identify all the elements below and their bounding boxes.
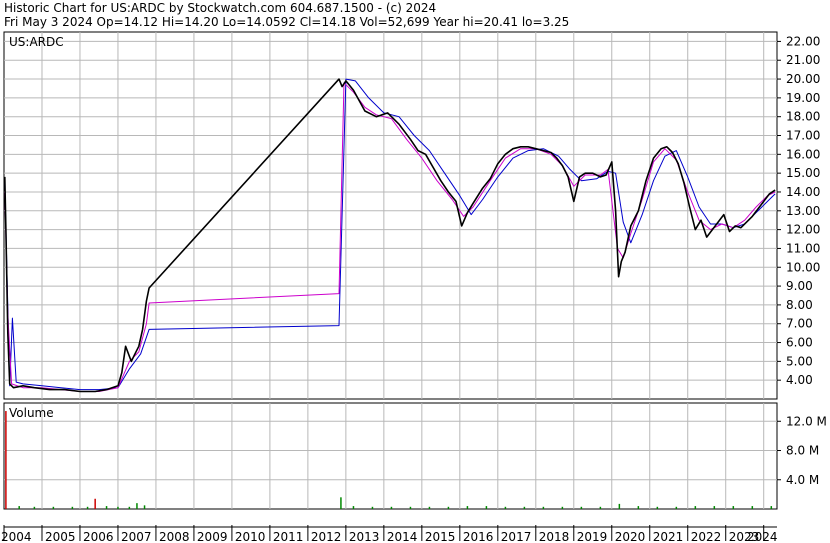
year-tick-label: 2004 bbox=[1, 530, 32, 543]
price-tick-label: 7.00 bbox=[786, 317, 813, 331]
volume-label: Volume bbox=[9, 406, 54, 420]
year-tick-label: 2019 bbox=[577, 530, 608, 543]
price-tick-label: 16.00 bbox=[786, 147, 820, 161]
volume-tick-label: 8.0 M bbox=[786, 444, 819, 458]
year-tick-label: 2020 bbox=[615, 530, 646, 543]
price-tick-label: 11.00 bbox=[786, 241, 820, 255]
year-tick-label: 2017 bbox=[501, 530, 532, 543]
price-tick-label: 9.00 bbox=[786, 279, 813, 293]
year-tick-label: 2007 bbox=[121, 530, 152, 543]
volume-axis-ticks: 4.0 M 8.0 M 12.0 M bbox=[777, 414, 827, 487]
historic-chart: 4.00 5.00 6.00 7.00 8.00 9.00 10.00 11.00 12.00 1… bbox=[1, 31, 827, 543]
year-tick-label: 2014 bbox=[387, 530, 418, 543]
price-tick-label: 21.00 bbox=[786, 53, 820, 67]
price-tick-label: 20.00 bbox=[786, 72, 820, 86]
price-tick-label: 18.00 bbox=[786, 110, 820, 124]
symbol-label: US:ARDC bbox=[9, 35, 64, 49]
year-tick-label: 2012 bbox=[311, 530, 342, 543]
year-tick-label: 2008 bbox=[159, 530, 190, 543]
price-tick-label: 14.00 bbox=[786, 185, 820, 199]
year-tick-label: 2005 bbox=[45, 530, 76, 543]
price-tick-label: 5.00 bbox=[786, 354, 813, 368]
year-tick-label: 2009 bbox=[197, 530, 228, 543]
volume-tick-label: 12.0 M bbox=[786, 414, 827, 428]
price-tick-label: 15.00 bbox=[786, 166, 820, 180]
price-tick-label: 19.00 bbox=[786, 91, 820, 105]
price-tick-label: 10.00 bbox=[786, 260, 820, 274]
year-tick-label: 2021 bbox=[653, 530, 684, 543]
year-tick-label: 2024 bbox=[747, 530, 778, 543]
year-tick-label: 2016 bbox=[463, 530, 494, 543]
price-axis-ticks: 4.00 5.00 6.00 7.00 8.00 9.00 10.00 11.00 12.00 1… bbox=[777, 34, 820, 387]
price-tick-label: 12.00 bbox=[786, 223, 820, 237]
year-tick-label: 2015 bbox=[425, 530, 456, 543]
price-tick-label: 17.00 bbox=[786, 129, 820, 143]
year-tick-label: 2018 bbox=[539, 530, 570, 543]
price-tick-label: 22.00 bbox=[786, 34, 820, 48]
price-tick-label: 13.00 bbox=[786, 204, 820, 218]
price-tick-label: 4.00 bbox=[786, 373, 813, 387]
price-tick-label: 8.00 bbox=[786, 298, 813, 312]
volume-tick-label: 4.0 M bbox=[786, 473, 819, 487]
price-panel bbox=[3, 31, 778, 400]
year-axis-ticks: 2004 2005 2006 2007 2008 2009 2010 2011 2012 2013… bbox=[1, 525, 778, 543]
year-tick-label: 2022 bbox=[691, 530, 722, 543]
year-tick-label: 2013 bbox=[349, 530, 380, 543]
volume-panel bbox=[3, 402, 778, 510]
year-tick-label: 2010 bbox=[235, 530, 266, 543]
price-tick-label: 6.00 bbox=[786, 336, 813, 350]
year-tick-label: 2006 bbox=[83, 530, 114, 543]
year-tick-label: 2011 bbox=[273, 530, 304, 543]
